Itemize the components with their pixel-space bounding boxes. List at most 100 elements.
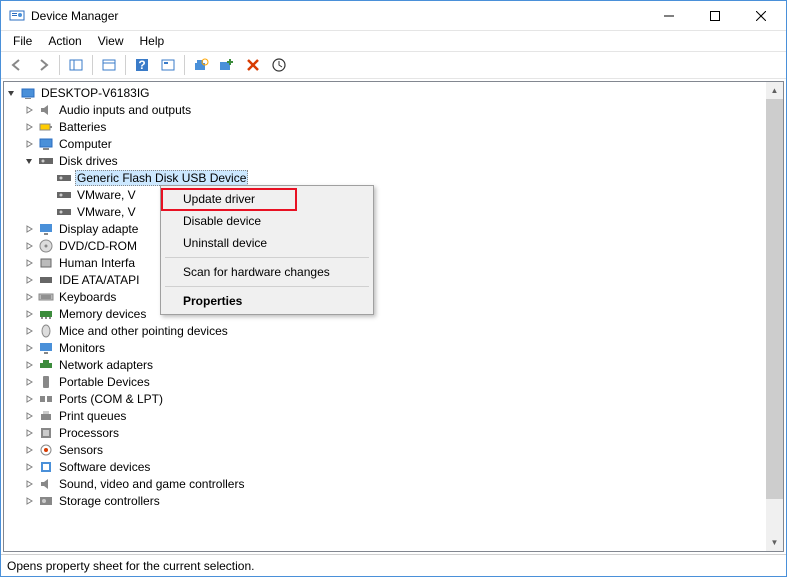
context-menu-separator <box>165 257 369 258</box>
expand-toggle[interactable] <box>22 341 36 355</box>
tree-category[interactable]: Portable Devices <box>4 373 783 390</box>
tree-item-label: Software devices <box>57 460 152 474</box>
context-menu-item[interactable]: Disable device <box>163 210 371 232</box>
expand-toggle[interactable] <box>22 392 36 406</box>
expand-toggle[interactable] <box>22 290 36 304</box>
help-button[interactable]: ? <box>130 53 154 77</box>
expand-toggle[interactable] <box>22 324 36 338</box>
context-menu-item[interactable]: Update driver <box>163 188 371 210</box>
context-menu-item[interactable]: Properties <box>163 290 371 312</box>
collapse-toggle[interactable] <box>4 86 18 100</box>
expand-toggle[interactable] <box>22 307 36 321</box>
tree-category[interactable]: Sound, video and game controllers <box>4 475 783 492</box>
expand-toggle[interactable] <box>22 443 36 457</box>
expand-toggle[interactable] <box>22 273 36 287</box>
tree-device[interactable]: Generic Flash Disk USB Device <box>4 169 783 186</box>
forward-button[interactable] <box>31 53 55 77</box>
action-button[interactable] <box>156 53 180 77</box>
tree-category[interactable]: Processors <box>4 424 783 441</box>
context-menu-separator <box>165 286 369 287</box>
window-controls <box>646 1 784 31</box>
toolbar-separator <box>59 55 60 75</box>
expand-toggle[interactable] <box>22 460 36 474</box>
scroll-down-arrow[interactable]: ▼ <box>766 534 783 551</box>
app-icon <box>9 8 25 24</box>
expand-toggle[interactable] <box>22 477 36 491</box>
statusbar-text: Opens property sheet for the current sel… <box>7 559 254 573</box>
display-icon <box>38 221 54 237</box>
tree-category[interactable]: Print queues <box>4 407 783 424</box>
tree-category[interactable]: IDE ATA/ATAPI <box>4 271 783 288</box>
tree-category[interactable]: Audio inputs and outputs <box>4 101 783 118</box>
minimize-button[interactable] <box>646 1 692 31</box>
expand-toggle[interactable] <box>22 375 36 389</box>
uninstall-button[interactable] <box>241 53 265 77</box>
menu-view[interactable]: View <box>90 32 132 50</box>
tree-category[interactable]: Software devices <box>4 458 783 475</box>
tree-category[interactable]: Monitors <box>4 339 783 356</box>
tree-item-label: Sound, video and game controllers <box>57 477 246 491</box>
context-menu-item[interactable]: Uninstall device <box>163 232 371 254</box>
expand-toggle[interactable] <box>22 120 36 134</box>
tree-item-label: Mice and other pointing devices <box>57 324 230 338</box>
tree-device[interactable]: VMware, V <box>4 203 783 220</box>
disk-icon <box>56 187 72 203</box>
expand-toggle[interactable] <box>22 103 36 117</box>
update-driver-button[interactable] <box>267 53 291 77</box>
scan-hardware-button[interactable] <box>189 53 213 77</box>
scrollbar-thumb[interactable] <box>766 99 783 499</box>
tree-category[interactable]: Batteries <box>4 118 783 135</box>
expand-toggle[interactable] <box>22 256 36 270</box>
tree-item-label: Computer <box>57 137 114 151</box>
device-tree[interactable]: DESKTOP-V6183IGAudio inputs and outputsB… <box>4 82 783 551</box>
expand-toggle[interactable] <box>22 426 36 440</box>
expand-toggle[interactable] <box>22 409 36 423</box>
tree-device[interactable]: VMware, V <box>4 186 783 203</box>
device-manager-window: Device Manager File Action View Help ? D… <box>0 0 787 577</box>
content-area: DESKTOP-V6183IGAudio inputs and outputsB… <box>3 81 784 552</box>
expand-toggle[interactable] <box>22 494 36 508</box>
show-hide-tree-button[interactable] <box>64 53 88 77</box>
tree-category[interactable]: Network adapters <box>4 356 783 373</box>
expand-toggle[interactable] <box>22 358 36 372</box>
menu-help[interactable]: Help <box>132 32 173 50</box>
computer-icon <box>38 136 54 152</box>
properties-button[interactable] <box>97 53 121 77</box>
tree-category[interactable]: Mice and other pointing devices <box>4 322 783 339</box>
tree-category[interactable]: Display adapte <box>4 220 783 237</box>
tree-item-label: Portable Devices <box>57 375 152 389</box>
tree-category[interactable]: Keyboards <box>4 288 783 305</box>
tree-category[interactable]: Sensors <box>4 441 783 458</box>
scrollbar[interactable]: ▲ ▼ <box>766 82 783 551</box>
tree-item-label: Processors <box>57 426 121 440</box>
expand-toggle[interactable] <box>22 137 36 151</box>
statusbar: Opens property sheet for the current sel… <box>1 554 786 576</box>
context-menu-item[interactable]: Scan for hardware changes <box>163 261 371 283</box>
close-button[interactable] <box>738 1 784 31</box>
toolbar-separator <box>184 55 185 75</box>
ide-icon <box>38 272 54 288</box>
back-button[interactable] <box>5 53 29 77</box>
expand-toggle[interactable] <box>22 222 36 236</box>
tree-category[interactable]: Disk drives <box>4 152 783 169</box>
tree-category[interactable]: Memory devices <box>4 305 783 322</box>
collapse-toggle[interactable] <box>22 154 36 168</box>
print-icon <box>38 408 54 424</box>
tree-category[interactable]: Storage controllers <box>4 492 783 509</box>
memory-icon <box>38 306 54 322</box>
tree-root[interactable]: DESKTOP-V6183IG <box>4 84 783 101</box>
maximize-button[interactable] <box>692 1 738 31</box>
sound-icon <box>38 476 54 492</box>
tree-category[interactable]: Human Interfa <box>4 254 783 271</box>
expand-toggle[interactable] <box>22 239 36 253</box>
tree-category[interactable]: Ports (COM & LPT) <box>4 390 783 407</box>
add-legacy-button[interactable] <box>215 53 239 77</box>
scroll-up-arrow[interactable]: ▲ <box>766 82 783 99</box>
tree-category[interactable]: Computer <box>4 135 783 152</box>
dvd-icon <box>38 238 54 254</box>
monitor-icon <box>38 340 54 356</box>
menu-action[interactable]: Action <box>40 32 89 50</box>
menu-file[interactable]: File <box>5 32 40 50</box>
tree-category[interactable]: DVD/CD-ROM <box>4 237 783 254</box>
disk-icon <box>56 170 72 186</box>
